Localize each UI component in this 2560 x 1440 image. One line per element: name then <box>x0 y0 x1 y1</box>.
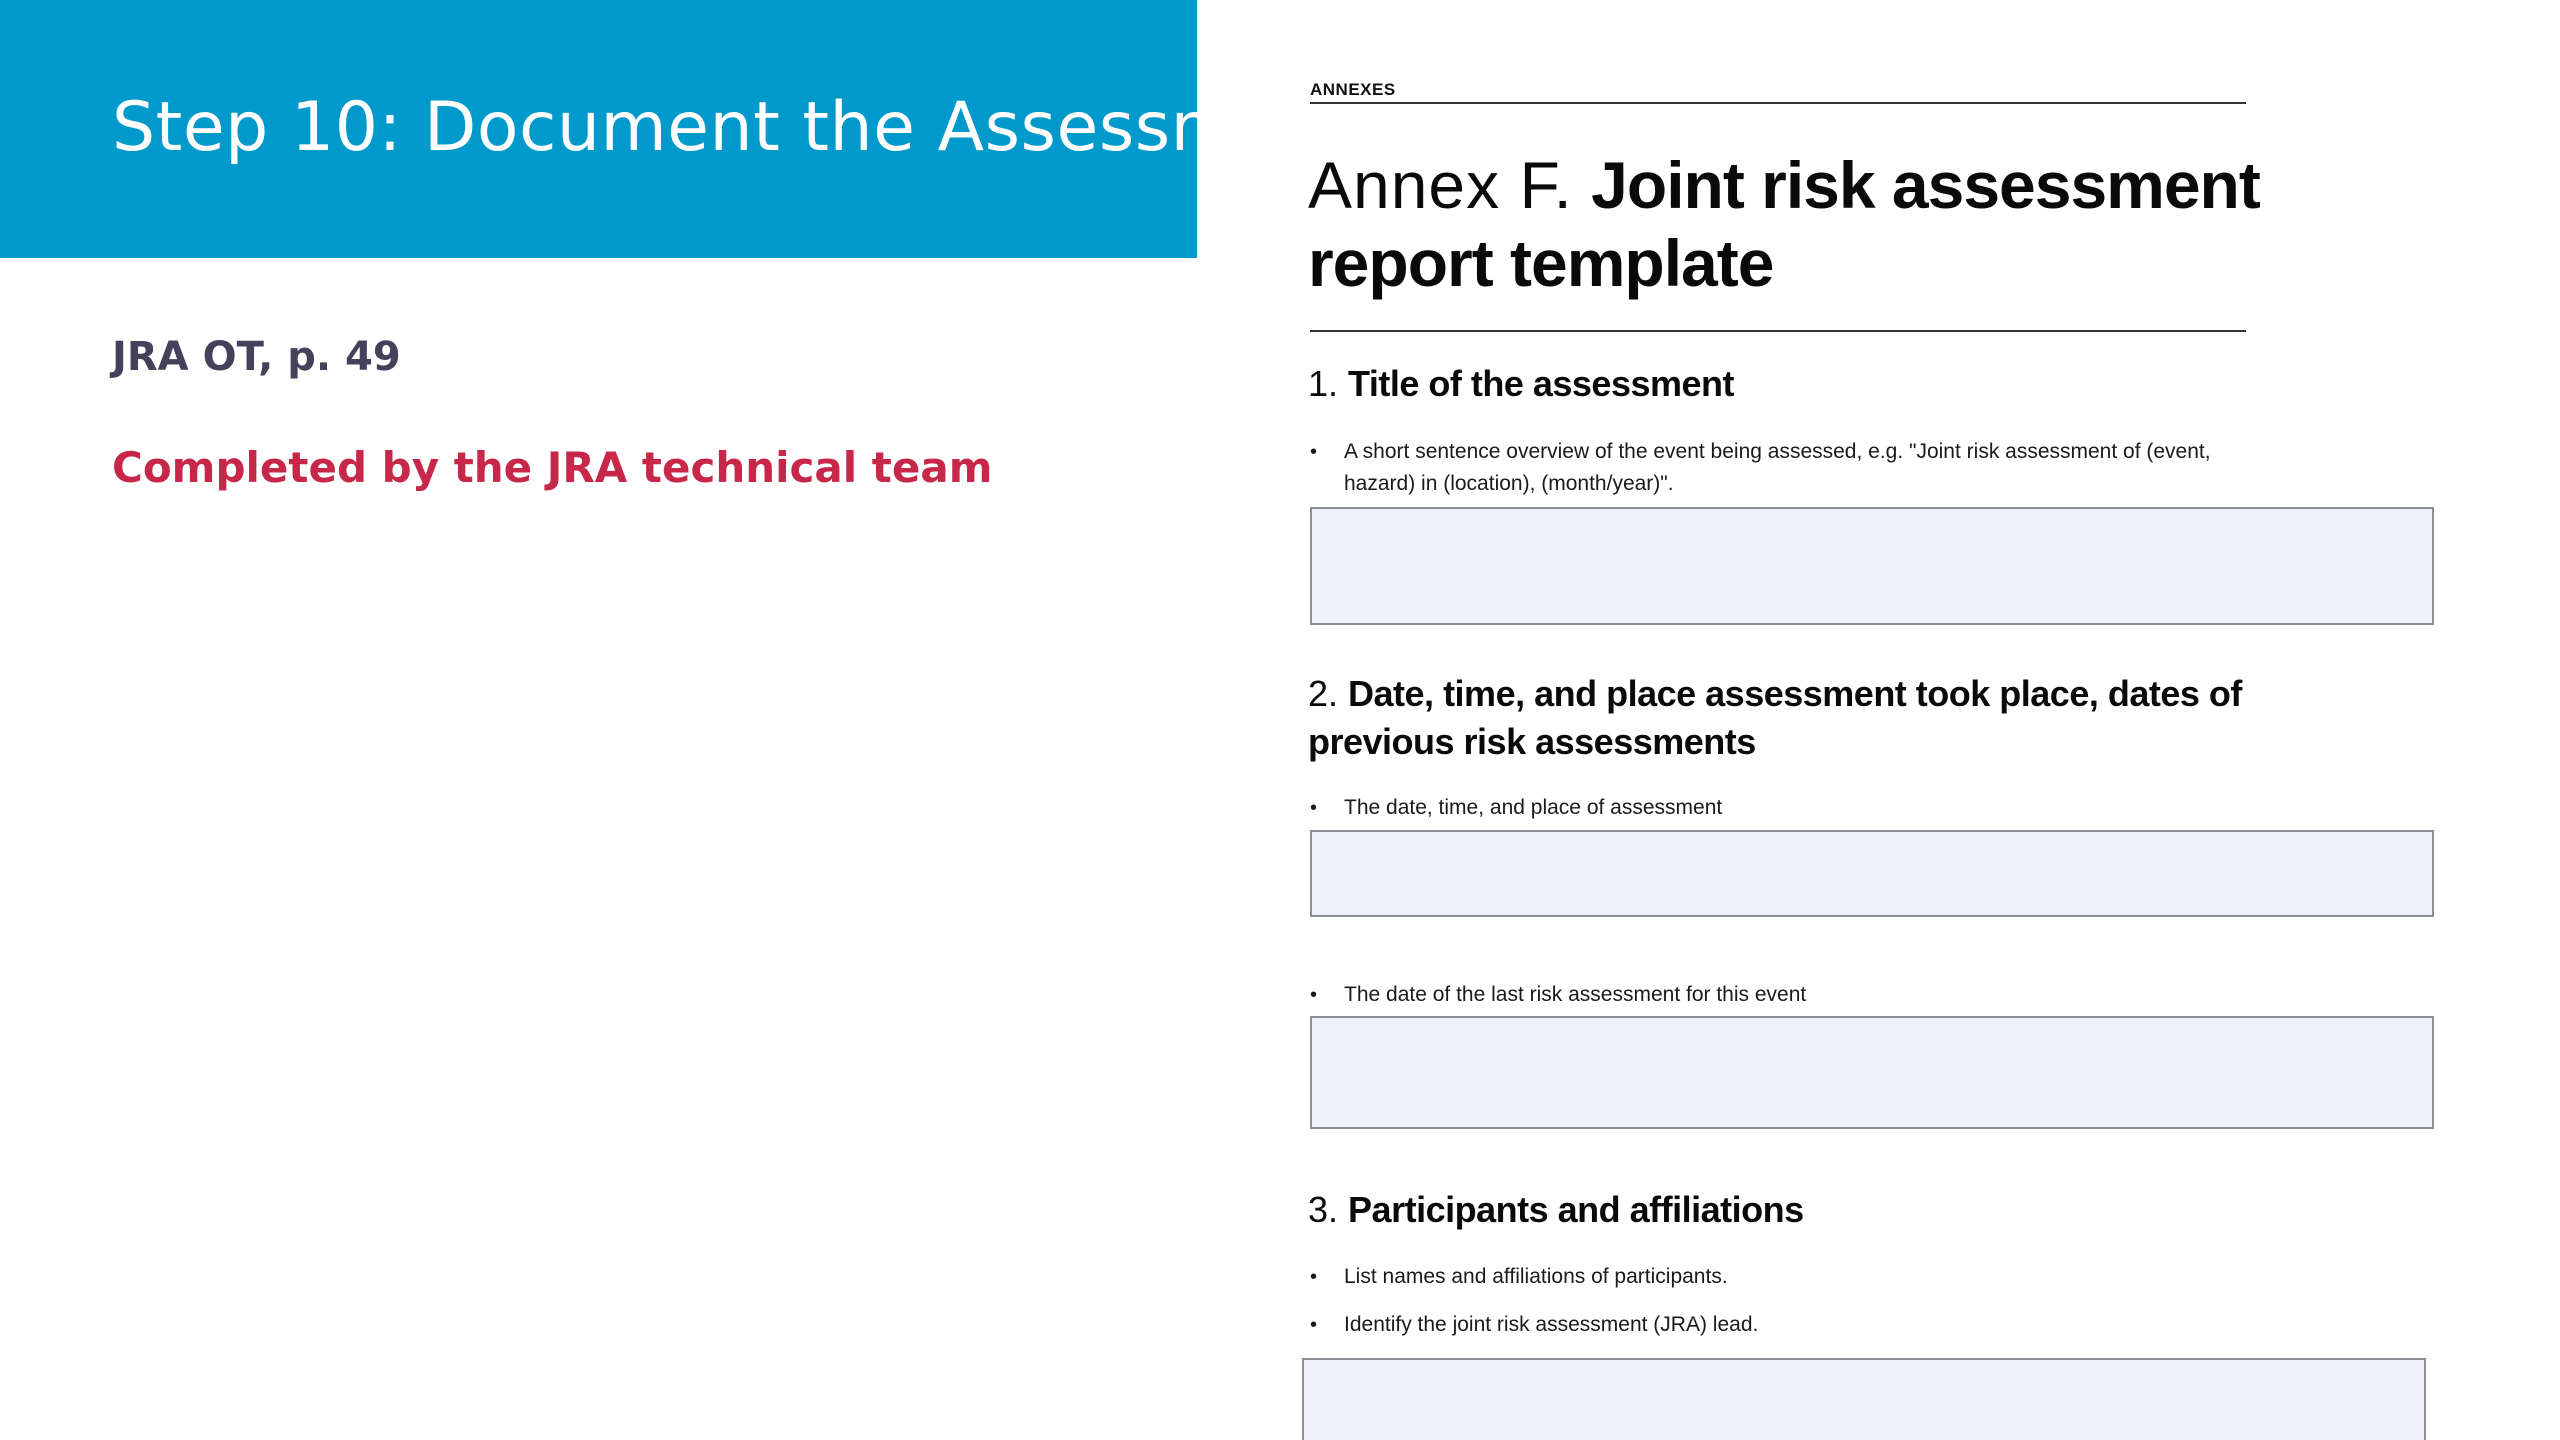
slide-title: Step 10: Document the Assessment <box>112 88 1351 167</box>
section-heading-2: 2. Date, time, and place assessment took … <box>1308 670 2268 766</box>
last-assessment-field-box[interactable] <box>1310 1016 2434 1129</box>
completed-by-note: Completed by the JRA technical team <box>112 443 993 492</box>
bullet-item: The date of the last risk assessment for… <box>1308 979 2268 1011</box>
section-number: 1. <box>1308 363 1339 404</box>
annex-prefix: Annex F. <box>1308 148 1573 222</box>
title-banner: Step 10: Document the Assessment <box>0 0 1350 258</box>
section-title: Participants and affiliations <box>1348 1189 1804 1230</box>
section-title: Date, time, and place assessment took pl… <box>1308 673 2242 762</box>
document-page: ANNEXES Annex F. Joint risk assessment r… <box>1302 0 2560 1440</box>
participants-field-box[interactable] <box>1302 1358 2426 1440</box>
bullet-item: A short sentence overview of the event b… <box>1308 436 2268 500</box>
bullet-item: List names and affiliations of participa… <box>1308 1261 2268 1293</box>
section-heading-3: 3. Participants and affiliations <box>1308 1186 2268 1234</box>
bullet-item: Identify the joint risk assessment (JRA)… <box>1308 1309 2268 1341</box>
section-number: 2. <box>1308 673 1339 714</box>
title-rule <box>1310 330 2246 332</box>
section-heading-1: 1. Title of the assessment <box>1308 360 2268 408</box>
section-title: Title of the assessment <box>1348 363 1735 404</box>
annex-title: Annex F. Joint risk assessment report te… <box>1308 146 2268 302</box>
date-time-place-field-box[interactable] <box>1310 830 2434 917</box>
header-rule <box>1310 102 2246 104</box>
page-reference: JRA OT, p. 49 <box>112 334 401 380</box>
section-number: 3. <box>1308 1189 1339 1230</box>
annexes-label: ANNEXES <box>1310 80 1396 99</box>
title-field-box[interactable] <box>1310 507 2434 625</box>
bullet-item: The date, time, and place of assessment <box>1308 792 2268 824</box>
